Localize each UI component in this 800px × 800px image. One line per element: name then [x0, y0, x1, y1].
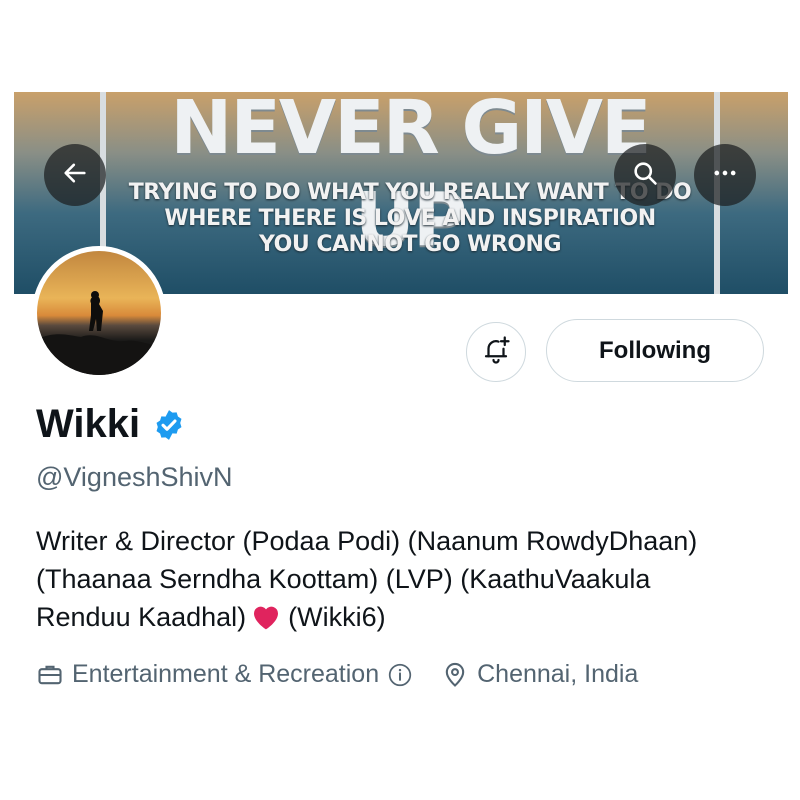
profile-handle: @VigneshShivN — [36, 462, 233, 492]
banner-line-3: YOU CANNOT GO WRONG — [258, 232, 562, 257]
verified-badge-icon[interactable] — [152, 408, 186, 442]
more-horizontal-icon — [711, 159, 739, 192]
notify-button[interactable] — [466, 322, 526, 382]
bio-line-3-text: Renduu Kaadhal) — [36, 602, 247, 632]
bio-line-2: (Thaanaa Serndha Koottam) (LVP) (KaathuV… — [36, 564, 651, 594]
bio-line-3: Renduu Kaadhal) (Wikki6) — [36, 598, 776, 636]
search-icon — [631, 159, 659, 192]
profile-category: Entertainment & Recreation — [72, 660, 380, 688]
following-button[interactable]: Following — [546, 319, 764, 382]
back-button[interactable] — [44, 144, 106, 206]
profile-meta: Entertainment & Recreation Chennai, Indi… — [36, 660, 638, 689]
bio-line-1: Writer & Director (Podaa Podi) (Naanum R… — [36, 526, 698, 556]
profile-name-row: Wikki — [36, 402, 186, 447]
more-button[interactable] — [694, 144, 756, 206]
search-button[interactable] — [614, 144, 676, 206]
location-pin-icon — [441, 661, 469, 689]
profile-location: Chennai, India — [477, 660, 639, 688]
briefcase-icon — [36, 661, 64, 689]
profile-bio: Writer & Director (Podaa Podi) (Naanum R… — [36, 522, 776, 636]
red-heart-icon — [250, 601, 282, 641]
avatar-silhouette-image — [37, 291, 161, 375]
avatar[interactable] — [32, 246, 166, 380]
bio-tail[interactable]: (Wikki6) — [288, 602, 385, 632]
profile-name: Wikki — [36, 402, 141, 446]
arrow-left-icon — [61, 159, 89, 192]
info-icon[interactable] — [387, 662, 413, 688]
bell-plus-icon — [481, 335, 511, 370]
